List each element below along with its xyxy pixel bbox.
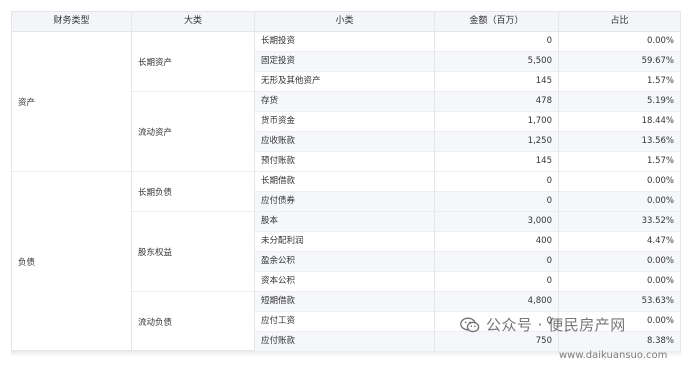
- minor-label: 资本公积: [261, 276, 296, 286]
- minor-cell: 短期借款: [255, 292, 435, 312]
- minor-cell: 长期借款: [255, 172, 435, 192]
- wechat-icon: [460, 316, 480, 333]
- minor-cell: 长期投资: [255, 32, 435, 52]
- minor-cell: 未分配利润: [255, 232, 435, 252]
- minor-cell: 货币资金: [255, 112, 435, 132]
- minor-cell: 预付账款: [255, 152, 435, 172]
- type-label: 负债: [18, 258, 36, 268]
- amount-cell: 1,250: [435, 132, 559, 152]
- minor-cell: 无形及其他资产: [255, 72, 435, 92]
- minor-label: 应付债券: [261, 196, 296, 206]
- type-cell-liabilities: 负债: [12, 172, 132, 352]
- minor-label: 盈余公积: [261, 256, 296, 266]
- amount-cell: 0: [435, 252, 559, 272]
- major-cell-long-term-assets: 长期资产: [132, 32, 255, 92]
- header-amount: 金额（百万）: [435, 12, 559, 32]
- amount-cell: 0: [435, 192, 559, 212]
- amount-cell: 4,800: [435, 292, 559, 312]
- major-label: 流动负债: [138, 318, 173, 328]
- major-label: 长期负债: [138, 187, 173, 198]
- major-label: 流动资产: [138, 127, 173, 138]
- ratio-cell: 13.56%: [559, 132, 680, 152]
- type-cell-assets: 资产: [12, 32, 132, 172]
- major-cell-current-liabilities: 流动负债: [132, 292, 255, 352]
- amount-cell: 1,700: [435, 112, 559, 132]
- minor-label: 固定投资: [261, 56, 296, 66]
- minor-cell: 股本: [255, 212, 435, 232]
- minor-label: 短期借款: [261, 296, 296, 306]
- watermark-text: 公众号 · 便民房产网: [486, 316, 626, 334]
- watermark: 公众号 · 便民房产网: [460, 314, 626, 335]
- watermark-url: www.daikuansuo.com: [559, 350, 668, 361]
- ratio-cell: 0.00%: [559, 32, 680, 52]
- minor-cell: 固定投资: [255, 52, 435, 72]
- minor-cell: 应付债券: [255, 192, 435, 212]
- header-major-category: 大类: [132, 12, 255, 32]
- amount-cell: 145: [435, 152, 559, 172]
- minor-label: 应付账款: [261, 336, 296, 346]
- minor-label: 无形及其他资产: [261, 76, 321, 86]
- minor-cell: 盈余公积: [255, 252, 435, 272]
- minor-label: 应收账款: [261, 136, 296, 146]
- major-cell-current-assets: 流动资产: [132, 92, 255, 172]
- minor-label: 股本: [261, 216, 279, 226]
- amount-cell: 0: [435, 32, 559, 52]
- minor-cell: 资本公积: [255, 272, 435, 292]
- minor-label: 长期借款: [261, 176, 296, 186]
- header-minor-category: 小类: [255, 12, 435, 32]
- amount-cell: 145: [435, 72, 559, 92]
- minor-cell: 存货: [255, 92, 435, 112]
- ratio-cell: 53.63%: [559, 292, 680, 312]
- amount-cell: 3,000: [435, 212, 559, 232]
- amount-cell: 5,500: [435, 52, 559, 72]
- ratio-cell: 1.57%: [559, 72, 680, 92]
- header-ratio: 占比: [559, 12, 680, 32]
- minor-label: 未分配利润: [261, 236, 304, 246]
- minor-label: 存货: [261, 96, 279, 106]
- amount-cell: 478: [435, 92, 559, 112]
- minor-label: 长期投资: [261, 36, 296, 46]
- amount-cell: 400: [435, 232, 559, 252]
- ratio-cell: 0.00%: [559, 172, 680, 192]
- major-label: 股东权益: [138, 247, 173, 258]
- ratio-cell: 0.00%: [559, 252, 680, 272]
- ratio-cell: 4.47%: [559, 232, 680, 252]
- major-cell-long-term-liabilities: 长期负债: [132, 172, 255, 212]
- amount-cell: 0: [435, 272, 559, 292]
- ratio-cell: 5.19%: [559, 92, 680, 112]
- minor-label: 预付账款: [261, 156, 296, 166]
- ratio-cell: 8.38%: [559, 332, 680, 352]
- amount-cell: 0: [435, 172, 559, 192]
- ratio-cell: 33.52%: [559, 212, 680, 232]
- type-label: 资产: [18, 97, 36, 108]
- major-cell-equity: 股东权益: [132, 212, 255, 292]
- major-label: 长期资产: [138, 57, 173, 68]
- minor-cell: 应付账款: [255, 332, 435, 352]
- minor-label: 货币资金: [261, 116, 296, 126]
- minor-cell: 应收账款: [255, 132, 435, 152]
- ratio-cell: 0.00%: [559, 272, 680, 292]
- minor-label: 应付工资: [261, 316, 296, 326]
- ratio-cell: 0.00%: [559, 192, 680, 212]
- minor-cell: 应付工资: [255, 312, 435, 332]
- ratio-cell: 18.44%: [559, 112, 680, 132]
- amount-cell: 750: [435, 332, 559, 352]
- header-finance-type: 财务类型: [12, 12, 132, 32]
- ratio-cell: 59.67%: [559, 52, 680, 72]
- ratio-cell: 1.57%: [559, 152, 680, 172]
- finance-table: 财务类型 大类 小类 金额（百万） 占比 资产 负债 长期资产 流动资产 长期负…: [11, 11, 681, 352]
